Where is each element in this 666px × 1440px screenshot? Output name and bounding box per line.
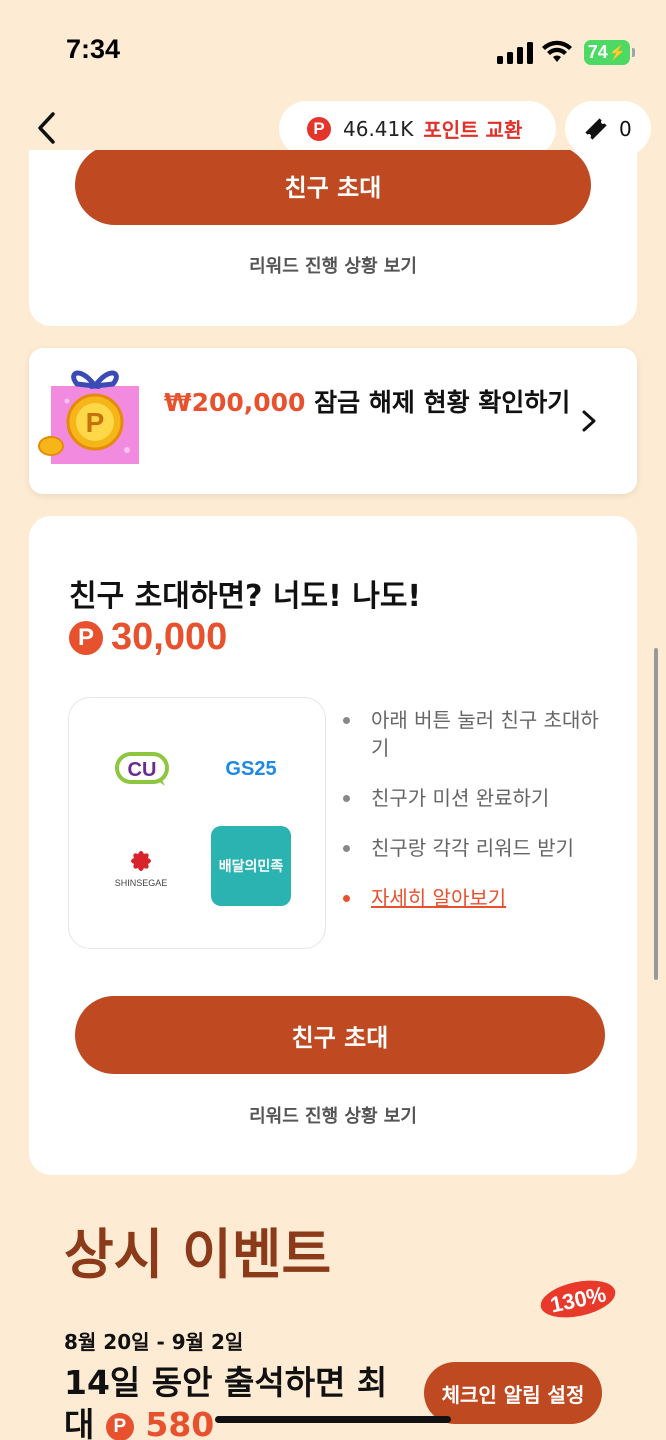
- gift-coin-icon: P: [38, 370, 139, 464]
- checkin-reminder-button[interactable]: 체크인 알림 설정: [424, 1362, 602, 1424]
- bonus-badge: 130%: [540, 1280, 616, 1318]
- baemin-logo: 배달의민족: [211, 826, 291, 906]
- battery-indicator: 74 ⚡: [584, 40, 630, 65]
- points-balance: 46.41K: [343, 116, 414, 141]
- svg-text:130%: 130%: [548, 1281, 608, 1317]
- section-title: 상시 이벤트: [64, 1223, 332, 1286]
- event-date: 8월 20일 - 9월 2일: [64, 1330, 244, 1354]
- event-amount: 580: [145, 1405, 215, 1440]
- svg-text:P: P: [86, 407, 105, 438]
- status-time: 7:34: [66, 34, 121, 64]
- charging-bolt-icon: ⚡: [608, 44, 627, 60]
- invite-friend-button-top[interactable]: 친구 초대: [75, 150, 591, 225]
- point-coin-icon: P: [307, 116, 331, 141]
- invite-friend-card: 친구 초대하면? 너도! 나도! P 30,000 CU GS25 SHINSE…: [29, 516, 637, 1175]
- home-indicator: [215, 1416, 451, 1423]
- back-button[interactable]: [26, 108, 66, 148]
- unlock-status-card[interactable]: P ₩200,000 잠금 해제 현황 확인하기: [29, 348, 637, 494]
- svg-text:CU: CU: [128, 759, 157, 781]
- chevron-right-icon: [582, 410, 596, 432]
- battery-cap: [632, 48, 635, 57]
- unlock-label: 잠금 해제 현황 확인하기: [305, 388, 571, 417]
- points-pill[interactable]: P 46.41K 포인트 교환: [279, 101, 556, 156]
- battery-level: 74: [587, 42, 608, 62]
- ticket-icon: [585, 117, 607, 140]
- invite-reward: P 30,000: [69, 616, 227, 659]
- invite-card-top: 친구 초대 리워드 진행 상황 보기: [29, 150, 637, 326]
- learn-more-link[interactable]: 자세히 알아보기: [343, 884, 613, 912]
- event-title: 14일 동안 출석하면 최대 P 580: [64, 1362, 404, 1440]
- reward-progress-link-top[interactable]: 리워드 진행 상황 보기: [29, 252, 637, 278]
- invite-friend-button[interactable]: 친구 초대: [75, 996, 605, 1074]
- points-exchange-link[interactable]: 포인트 교환: [423, 114, 522, 143]
- reward-progress-link[interactable]: 리워드 진행 상황 보기: [29, 1102, 637, 1128]
- invite-steps: 아래 버튼 눌러 친구 초대하기 친구가 미션 완료하기 친구랑 각각 리워드 …: [343, 706, 613, 934]
- ticket-count: 0: [619, 116, 632, 141]
- cu-logo: CU: [113, 748, 173, 790]
- chevron-left-icon: [38, 112, 55, 144]
- partner-brands: CU GS25 SHINSEGAE 배달의민족: [68, 697, 326, 949]
- step-item: 아래 버튼 눌러 친구 초대하기: [343, 706, 613, 762]
- ticket-pill[interactable]: 0: [565, 101, 651, 156]
- scrollbar[interactable]: [654, 648, 658, 980]
- flower-icon: [131, 851, 151, 871]
- invite-reward-amount: 30,000: [111, 616, 228, 658]
- status-bar: 7:34 74 ⚡: [0, 0, 666, 100]
- wifi-icon: [542, 40, 572, 62]
- unlock-amount: ₩200,000: [164, 388, 306, 417]
- point-coin-icon: P: [105, 1412, 134, 1440]
- step-item: 친구랑 각각 리워드 받기: [343, 834, 613, 862]
- signal-icon: [497, 42, 533, 64]
- invite-title: 친구 초대하면? 너도! 나도!: [69, 579, 422, 614]
- unlock-status-text: ₩200,000 잠금 해제 현황 확인하기: [164, 386, 574, 420]
- point-coin-icon: P: [69, 620, 103, 655]
- step-item: 친구가 미션 완료하기: [343, 784, 613, 812]
- shinsegae-logo: SHINSEGAE: [101, 844, 181, 892]
- gs25-logo: GS25: [225, 757, 277, 780]
